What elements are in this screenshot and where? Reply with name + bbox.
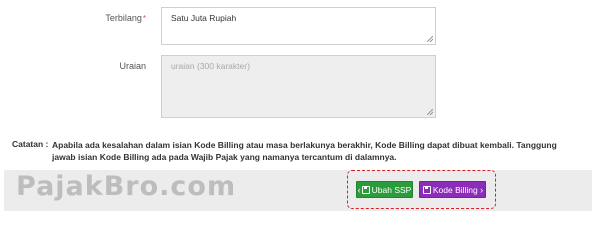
required-mark: * (142, 14, 146, 23)
save-icon (361, 186, 370, 194)
resize-handle-icon[interactable] (427, 109, 433, 115)
resize-handle-icon[interactable] (427, 36, 433, 42)
uraian-placeholder: uraian (300 karakter) (171, 61, 250, 71)
terbilang-value: Satu Juta Rupiah (171, 13, 237, 23)
watermark: PajakBro.com (16, 171, 237, 202)
kode-billing-label: Kode Billing (432, 185, 478, 195)
uraian-field[interactable]: uraian (300 karakter) (161, 55, 436, 118)
ubah-ssp-button[interactable]: ‹ Ubah SSP (356, 181, 413, 198)
catatan-label: Catatan : (12, 139, 49, 149)
catatan-text: Apabila ada kesalahan dalam isian Kode B… (52, 140, 557, 162)
terbilang-field[interactable]: Satu Juta Rupiah (161, 7, 436, 45)
save-icon (422, 186, 431, 194)
uraian-label: Uraian (96, 61, 146, 71)
kode-billing-button[interactable]: Kode Billing › (419, 181, 486, 198)
uraian-label-text: Uraian (119, 61, 146, 71)
chevron-right-icon: › (480, 185, 484, 195)
chevron-left-icon: ‹ (357, 185, 361, 195)
terbilang-label: Terbilang* (96, 13, 146, 23)
terbilang-label-text: Terbilang (105, 13, 142, 23)
ubah-ssp-label: Ubah SSP (371, 185, 412, 195)
